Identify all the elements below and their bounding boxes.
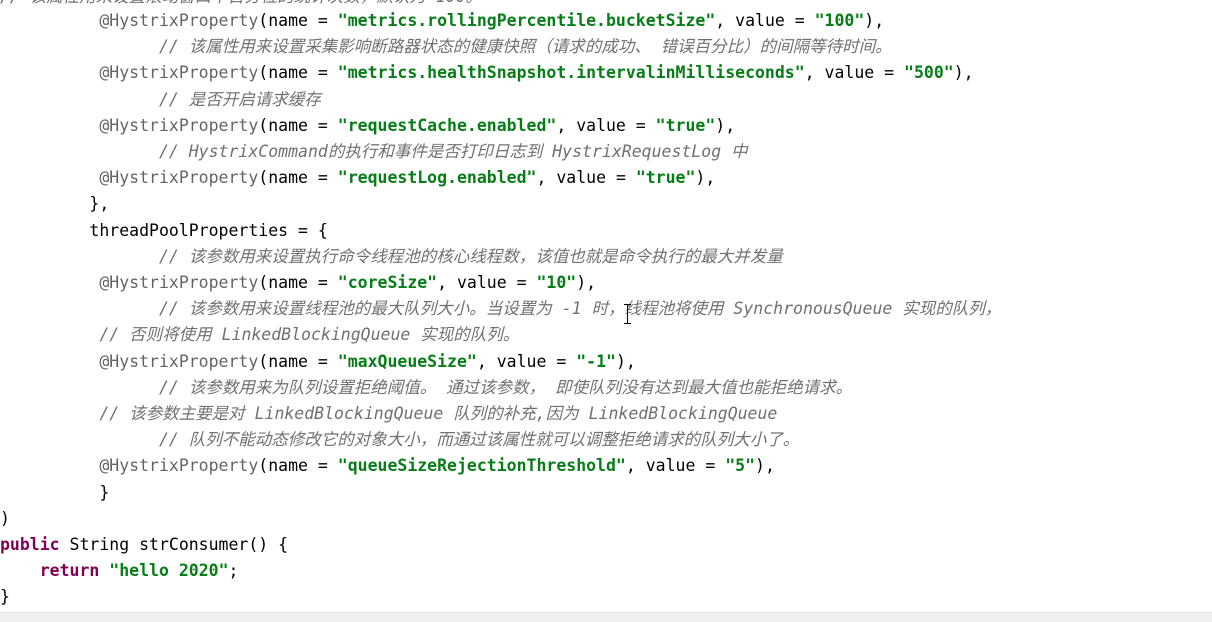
- text-cursor-icon: [624, 303, 632, 325]
- code-line: @HystrixProperty(name = "metrics.rolling…: [0, 8, 884, 34]
- code-editor[interactable]: // 该属性用来设置滚动窗口中百分位的统计次数，默认为 100。 @Hystri…: [0, 0, 1212, 612]
- code-text: ),: [615, 351, 636, 371]
- code-text: , value =: [715, 11, 815, 30]
- code-annotation: @HystrixProperty: [99, 63, 259, 83]
- code-text: , value =: [536, 168, 636, 188]
- code-comment: // 否则将使用 LinkedBlockingQueue 实现的队列。: [0, 325, 520, 345]
- code-line: public String strConsumer() {: [0, 532, 288, 558]
- code-string: "10": [536, 273, 577, 292]
- code-line: }: [0, 480, 109, 506]
- code-keyword: return: [39, 561, 100, 581]
- code-text: ),: [695, 168, 716, 188]
- code-line: ): [0, 506, 10, 532]
- code-line: // 否则将使用 LinkedBlockingQueue 实现的队列。: [0, 322, 519, 348]
- code-annotation: @HystrixProperty: [99, 115, 259, 135]
- code-keyword: public: [0, 535, 60, 554]
- code-line: return "hello 2020";: [0, 558, 239, 584]
- code-string: "true": [655, 115, 716, 135]
- code-line: // HystrixCommand的执行和事件是否打印日志到 HystrixRe…: [0, 139, 748, 165]
- code-text: (name =: [258, 273, 338, 292]
- code-annotation: @HystrixProperty: [99, 456, 259, 476]
- code-line: @HystrixProperty(name = "metrics.healthS…: [0, 60, 974, 86]
- code-text: (name =: [258, 63, 338, 83]
- code-line: // 队列不能动态修改它的对象大小，而通过该属性就可以调整拒绝请求的队列大小了。: [0, 427, 799, 453]
- code-string: "requestCache.enabled": [337, 115, 557, 135]
- code-string: "queueSizeRejectionThreshold": [337, 456, 626, 476]
- code-annotation: @HystrixProperty: [99, 11, 259, 30]
- code-text: , value =: [804, 63, 905, 83]
- code-text: (name =: [258, 168, 338, 188]
- code-text: ),: [715, 115, 736, 135]
- code-text: ),: [576, 273, 597, 292]
- code-comment: // 该属性用来设置采集影响断路器状态的健康快照（请求的成功、 错误百分比）的间…: [0, 37, 892, 57]
- code-text: , value =: [476, 351, 577, 371]
- code-line: @HystrixProperty(name = "maxQueueSize", …: [0, 349, 636, 375]
- code-comment: // 该参数用来设置线程池的最大队列大小。当设置为 -1 时，线程池将使用 Sy…: [0, 299, 1002, 319]
- code-text: }: [0, 482, 110, 502]
- code-string: "hello 2020": [109, 561, 229, 581]
- code-comment: // 队列不能动态修改它的对象大小，而通过该属性就可以调整拒绝请求的队列大小了。: [0, 430, 800, 450]
- code-text: ;: [228, 561, 239, 581]
- code-text: },: [0, 194, 110, 214]
- code-annotation: @HystrixProperty: [99, 273, 259, 292]
- code-string: "true": [635, 168, 696, 188]
- code-string: "coreSize": [337, 273, 438, 292]
- code-text: , value =: [556, 115, 656, 135]
- code-text: (name =: [258, 115, 338, 135]
- code-line: @HystrixProperty(name = "requestLog.enab…: [0, 165, 715, 191]
- code-string: "metrics.healthSnapshot.intervalinMillis…: [337, 63, 805, 83]
- code-text: ),: [864, 11, 885, 30]
- code-text: (name =: [258, 11, 338, 30]
- code-string: "500": [904, 63, 954, 83]
- code-annotation: @HystrixProperty: [99, 168, 259, 188]
- code-string: "requestLog.enabled": [337, 168, 537, 188]
- code-string: "metrics.rollingPercentile.bucketSize": [337, 11, 716, 30]
- code-line: // 是否开启请求缓存: [0, 87, 321, 113]
- code-comment: // HystrixCommand的执行和事件是否打印日志到 HystrixRe…: [0, 142, 748, 161]
- code-line: // 该参数用来设置执行命令线程池的核心线程数，该值也就是命令执行的最大并发量: [0, 244, 783, 270]
- code-string: "5": [725, 456, 756, 476]
- code-line: @HystrixProperty(name = "queueSizeReject…: [0, 453, 775, 479]
- code-string: "maxQueueSize": [337, 351, 477, 371]
- code-text: ): [0, 508, 10, 528]
- code-text: String strConsumer() {: [59, 535, 289, 554]
- code-string: "-1": [576, 351, 616, 371]
- code-text: , value =: [437, 273, 537, 292]
- code-line: // 该参数用来设置线程池的最大队列大小。当设置为 -1 时，线程池将使用 Sy…: [0, 296, 1001, 322]
- code-text: ),: [953, 63, 974, 83]
- code-line: // 该参数主要是对 LinkedBlockingQueue 队列的补充,因为 …: [0, 401, 777, 427]
- code-line: // 该属性用来设置采集影响断路器状态的健康快照（请求的成功、 错误百分比）的间…: [0, 34, 892, 60]
- code-line: }: [0, 584, 10, 610]
- code-string: "100": [814, 11, 865, 30]
- code-line: @HystrixProperty(name = "requestCache.en…: [0, 113, 735, 139]
- code-line: },: [0, 191, 109, 217]
- code-text: }: [0, 587, 10, 607]
- code-line: threadPoolProperties = {: [0, 218, 328, 244]
- code-comment: // 是否开启请求缓存: [0, 89, 321, 109]
- code-line: // 该参数用来为队列设置拒绝阈值。 通过该参数， 即使队列没有达到最大值也能拒…: [0, 375, 852, 401]
- code-line: @HystrixProperty(name = "coreSize", valu…: [0, 270, 596, 296]
- code-text: (name =: [258, 351, 338, 371]
- code-text: (name =: [258, 456, 338, 476]
- code-text: ),: [755, 456, 775, 476]
- code-text: , value =: [625, 456, 726, 476]
- code-text: threadPoolProperties = {: [0, 220, 328, 240]
- code-annotation: @HystrixProperty: [99, 351, 259, 371]
- code-comment: // 该参数主要是对 LinkedBlockingQueue 队列的补充,因为 …: [0, 404, 778, 423]
- code-comment: // 该参数用来设置执行命令线程池的核心线程数，该值也就是命令执行的最大并发量: [0, 246, 783, 266]
- code-comment: // 该参数用来为队列设置拒绝阈值。 通过该参数， 即使队列没有达到最大值也能拒…: [0, 377, 853, 397]
